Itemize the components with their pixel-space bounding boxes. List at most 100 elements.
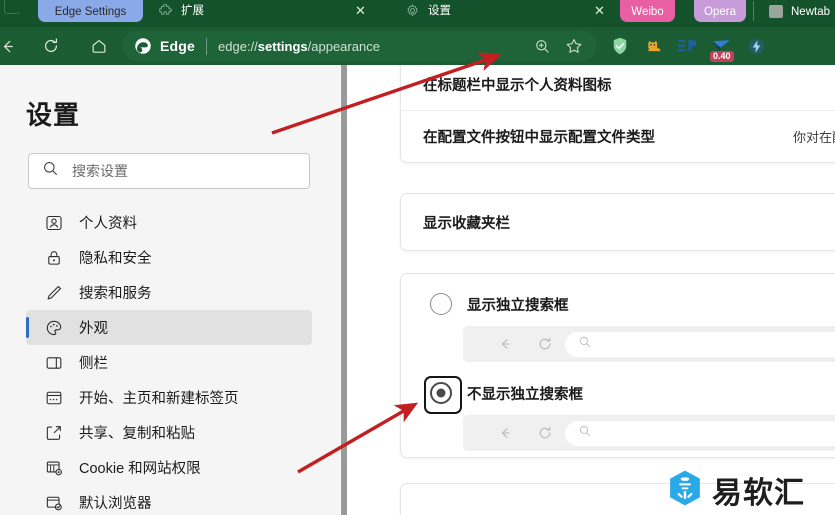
sidebar-item-label: 侧栏 xyxy=(79,356,108,372)
radio-unchecked-icon[interactable] xyxy=(430,293,452,315)
search-box-options-card: 显示独立搜索框 不显示独立搜索框 xyxy=(400,273,835,458)
radio-option-show-search-box[interactable]: 显示独立搜索框 xyxy=(430,293,569,315)
row-label: 显示收藏夹栏 xyxy=(423,215,510,232)
search-box-preview-hidden xyxy=(463,415,835,451)
tab-divider xyxy=(753,1,754,21)
extension-badge: 0.40 xyxy=(710,51,734,62)
lock-icon xyxy=(44,248,63,267)
sidebar-item-share-copy-paste[interactable]: 共享、复制和粘贴 xyxy=(26,415,312,450)
reload-icon xyxy=(525,326,565,362)
tab-label: 设置 xyxy=(428,5,451,17)
settings-page: 设置 搜索设置 个人资料 隐私和安全 搜索和服务 外观 侧栏 开始、主页和新建标… xyxy=(0,65,835,515)
sidebar-icon xyxy=(44,353,63,372)
search-icon xyxy=(578,335,592,354)
watermark-logo-icon xyxy=(668,469,702,512)
search-placeholder: 搜索设置 xyxy=(72,163,128,179)
browser-check-icon xyxy=(44,493,63,512)
page-scrollbar[interactable] xyxy=(341,65,347,515)
search-box-preview-shown xyxy=(463,326,835,362)
back-arrow-icon xyxy=(485,326,525,362)
browser-toolbar: Edge edge://settings/appearance 0.40 xyxy=(0,27,835,65)
sidebar-item-label: 默认浏览器 xyxy=(79,496,152,512)
startpage-icon xyxy=(44,388,63,407)
radio-option-hide-search-box[interactable]: 不显示独立搜索框 xyxy=(424,376,583,414)
pencil-icon xyxy=(44,283,63,302)
tab-label: Weibo xyxy=(631,6,664,18)
sidebar-item-label: 共享、复制和粘贴 xyxy=(79,426,195,442)
brand-label: Edge xyxy=(160,38,196,54)
sidebar-item-sidebar[interactable]: 侧栏 xyxy=(26,345,312,380)
table-row[interactable]: 在标题栏中显示个人资料图标 你对 xyxy=(401,65,835,110)
url-text: edge://settings/appearance xyxy=(218,39,380,54)
url-prefix: edge:// xyxy=(218,38,258,54)
square-icon xyxy=(769,5,783,18)
favorite-star-icon[interactable] xyxy=(559,31,589,61)
speed-extension-icon[interactable]: 0.40 xyxy=(708,31,736,62)
sidebar-item-label: 外观 xyxy=(79,321,108,337)
sidebar-item-cookies-permissions[interactable]: Cookie 和网站权限 xyxy=(26,450,312,485)
edge-logo-icon xyxy=(135,38,151,54)
sidebar-item-label: 个人资料 xyxy=(79,216,137,232)
palette-icon xyxy=(44,318,63,337)
row-label: 在标题栏中显示个人资料图标 xyxy=(423,77,612,94)
address-bar[interactable]: Edge edge://settings/appearance xyxy=(122,31,597,61)
back-button[interactable] xyxy=(0,31,22,61)
sidebar-item-privacy[interactable]: 隐私和安全 xyxy=(26,240,312,275)
sidebar-item-profile[interactable]: 个人资料 xyxy=(26,205,312,240)
tab-newtab[interactable]: Newtab xyxy=(765,0,835,22)
zoom-in-icon[interactable] xyxy=(527,31,557,61)
sidebar-item-search-services[interactable]: 搜索和服务 xyxy=(26,275,312,310)
tab-opera[interactable]: Opera xyxy=(694,0,746,22)
browser-window: Edge Settings 扩展 ✕ 设置 ✕ Weibo Opera Newt… xyxy=(0,0,835,515)
tab-weibo[interactable]: Weibo xyxy=(620,0,675,22)
sidebar-item-label: 搜索和服务 xyxy=(79,286,152,302)
tab-settings[interactable]: 设置 xyxy=(395,0,610,22)
watermark: 易软汇 xyxy=(668,468,805,512)
table-row[interactable]: 显示收藏夹栏 xyxy=(401,194,835,250)
tab-label: 扩展 xyxy=(181,5,204,17)
tab-label: Edge Settings xyxy=(54,6,127,18)
focus-ring xyxy=(424,376,462,414)
sidebar-nav: 个人资料 隐私和安全 搜索和服务 外观 侧栏 开始、主页和新建标签页 共享、复制… xyxy=(26,205,312,515)
sidebar-item-appearance[interactable]: 外观 xyxy=(26,310,312,345)
row-description: 你对在配置文件按 xyxy=(792,130,835,145)
sidebar-item-label: Cookie 和网站权限 xyxy=(79,461,201,477)
omnibox-divider xyxy=(206,37,208,55)
search-icon xyxy=(42,160,59,182)
gear-icon xyxy=(406,3,419,17)
profile-display-card: 在标题栏中显示个人资料图标 你对 在配置文件按钮中显示配置文件类型 你对在配置文… xyxy=(400,65,835,163)
search-input-preview xyxy=(565,331,835,357)
favorites-bar-card: 显示收藏夹栏 xyxy=(400,193,835,251)
sidebar-item-default-browser[interactable]: 默认浏览器 xyxy=(26,485,312,515)
cookie-icon xyxy=(44,458,63,477)
tab-close-button-settings[interactable]: ✕ xyxy=(594,3,605,19)
table-row[interactable]: 在配置文件按钮中显示配置文件类型 你对在配置文件按 xyxy=(401,110,835,162)
home-button[interactable] xyxy=(84,31,114,61)
tab-close-button-extensions[interactable]: ✕ xyxy=(355,3,366,19)
tab-strip-left-corner xyxy=(4,0,20,14)
back-arrow-icon xyxy=(485,415,525,451)
search-settings-input[interactable]: 搜索设置 xyxy=(28,153,310,189)
profile-icon xyxy=(44,213,63,232)
tab-label: Newtab xyxy=(791,5,830,18)
sidebar-item-start-home-newtab[interactable]: 开始、主页和新建标签页 xyxy=(26,380,312,415)
reload-button[interactable] xyxy=(36,31,66,61)
row-label: 在配置文件按钮中显示配置文件类型 xyxy=(423,130,655,146)
sidebar-item-label: 开始、主页和新建标签页 xyxy=(79,391,239,407)
radio-checked-icon[interactable] xyxy=(424,376,462,414)
extension-icons: 0.40 xyxy=(606,31,770,62)
sidebar-item-label: 隐私和安全 xyxy=(79,251,152,267)
search-icon xyxy=(578,424,592,443)
url-bold: settings xyxy=(257,38,308,54)
lightning-extension-icon[interactable] xyxy=(742,31,770,61)
shield-extension-icon[interactable] xyxy=(606,31,634,61)
reload-icon xyxy=(525,415,565,451)
puzzle-icon xyxy=(158,3,172,17)
cat-extension-icon[interactable] xyxy=(640,31,668,61)
settings-content: 在标题栏中显示个人资料图标 你对 在配置文件按钮中显示配置文件类型 你对在配置文… xyxy=(352,65,835,515)
share-icon xyxy=(44,423,63,442)
search-input-preview xyxy=(565,420,835,446)
settings-sidebar: 设置 搜索设置 个人资料 隐私和安全 搜索和服务 外观 侧栏 开始、主页和新建标… xyxy=(0,65,347,515)
ep-extension-icon[interactable] xyxy=(674,31,702,61)
tab-edge-settings[interactable]: Edge Settings xyxy=(38,0,143,22)
